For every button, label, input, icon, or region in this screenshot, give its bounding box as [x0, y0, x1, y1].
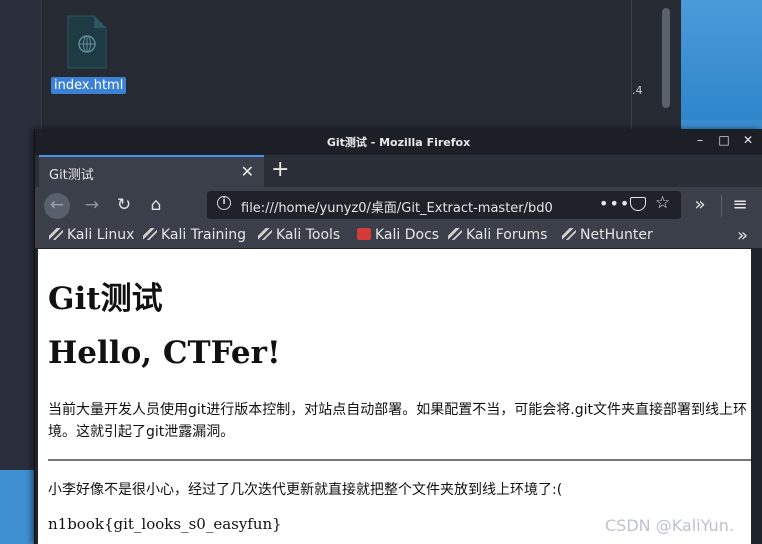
kali-docs-icon	[357, 228, 371, 240]
kali-dragon-icon	[258, 228, 272, 240]
bookmark-star-icon[interactable]: ☆	[655, 193, 670, 213]
file-name-label[interactable]: index.html	[51, 77, 127, 94]
bookmark-nethunter[interactable]: NetHunter	[562, 227, 653, 243]
toolbar-separator	[721, 195, 722, 217]
html-file-icon[interactable]	[64, 14, 108, 70]
bookmark-kali-forums[interactable]: Kali Forums	[448, 227, 547, 243]
bookmark-label: Kali Tools	[276, 227, 341, 243]
bookmark-kali-docs[interactable]: Kali Docs	[357, 227, 439, 243]
maximize-button[interactable]: □	[718, 133, 730, 147]
intro-paragraph: 当前大量开发人员使用git进行版本控制，对站点自动部署。如果配置不当，可能会将.…	[48, 402, 747, 440]
bookmark-kali-training[interactable]: Kali Training	[143, 227, 246, 243]
bookmark-label: NetHunter	[580, 227, 653, 243]
file-manager-side-text: .4	[632, 84, 643, 97]
navigation-toolbar: ← → ↻ ⌂ i file:///home/yunyz0/桌面/Git_Ext…	[35, 187, 762, 223]
pocket-icon[interactable]	[630, 197, 646, 211]
tab-title: Git测试	[49, 168, 94, 183]
toolbar-overflow-button[interactable]: »	[687, 193, 713, 219]
back-button[interactable]: ←	[44, 193, 70, 219]
bookmark-label: Kali Training	[161, 227, 246, 243]
page-heading-git: Git测试	[48, 281, 163, 317]
tab-git-test[interactable]: Git测试 ✕	[39, 155, 264, 187]
tab-bar: Git测试 ✕ +	[35, 155, 762, 187]
bookmarks-toolbar: Kali Linux Kali Training Kali Tools Kali…	[35, 223, 762, 249]
bookmark-kali-tools[interactable]: Kali Tools	[258, 227, 340, 243]
bookmark-label: Kali Docs	[375, 227, 440, 243]
url-bar[interactable]: i file:///home/yunyz0/桌面/Git_Extract-mas…	[207, 191, 681, 219]
url-input[interactable]: file:///home/yunyz0/桌面/Git_Extract-maste…	[241, 197, 561, 216]
window-controls: – □ ✕	[694, 133, 754, 147]
csdn-watermark: CSDN @KaliYun.	[605, 516, 734, 535]
window-title: Git测试 - Mozilla Firefox	[326, 136, 471, 149]
site-info-icon[interactable]: i	[217, 196, 231, 210]
flag-text: n1book{git_looks_s0_easyfun}	[48, 515, 282, 533]
window-titlebar[interactable]: Git测试 - Mozilla Firefox – □ ✕	[35, 129, 762, 155]
desktop-wallpaper-top	[681, 0, 762, 120]
minimize-button[interactable]: –	[694, 133, 706, 147]
page-content: Git测试 Hello, CTFer! 当前大量开发人员使用git进行版本控制，…	[35, 249, 762, 544]
bookmark-label: Kali Linux	[67, 227, 135, 243]
forward-button[interactable]: →	[79, 193, 105, 219]
kali-dragon-icon	[448, 228, 462, 240]
hamburger-menu-button[interactable]: ≡	[727, 193, 753, 219]
tab-close-icon[interactable]: ✕	[241, 162, 254, 181]
close-window-button[interactable]: ✕	[742, 133, 754, 147]
bookmark-label: Kali Forums	[466, 227, 548, 243]
new-tab-button[interactable]: +	[271, 157, 289, 182]
horizontal-rule	[48, 459, 751, 461]
kali-dragon-icon	[49, 228, 63, 240]
page-heading-hello: Hello, CTFer!	[48, 335, 281, 371]
page-actions-icon[interactable]: •••	[599, 194, 630, 213]
note-paragraph: 小李好像不是很小心，经过了几次迭代更新就直接就把整个文件夹放到线上环境了:(	[48, 482, 563, 498]
firefox-window: Git测试 - Mozilla Firefox – □ ✕ Git测试 ✕ + …	[34, 129, 762, 544]
bookmark-kali-linux[interactable]: Kali Linux	[49, 227, 134, 243]
kali-dragon-icon	[562, 228, 576, 240]
bookmarks-overflow-icon[interactable]: »	[737, 225, 748, 246]
file-manager-scrollbar[interactable]	[662, 8, 670, 108]
reload-button[interactable]: ↻	[111, 193, 137, 219]
home-button[interactable]: ⌂	[143, 193, 169, 219]
kali-dragon-icon	[143, 228, 157, 240]
